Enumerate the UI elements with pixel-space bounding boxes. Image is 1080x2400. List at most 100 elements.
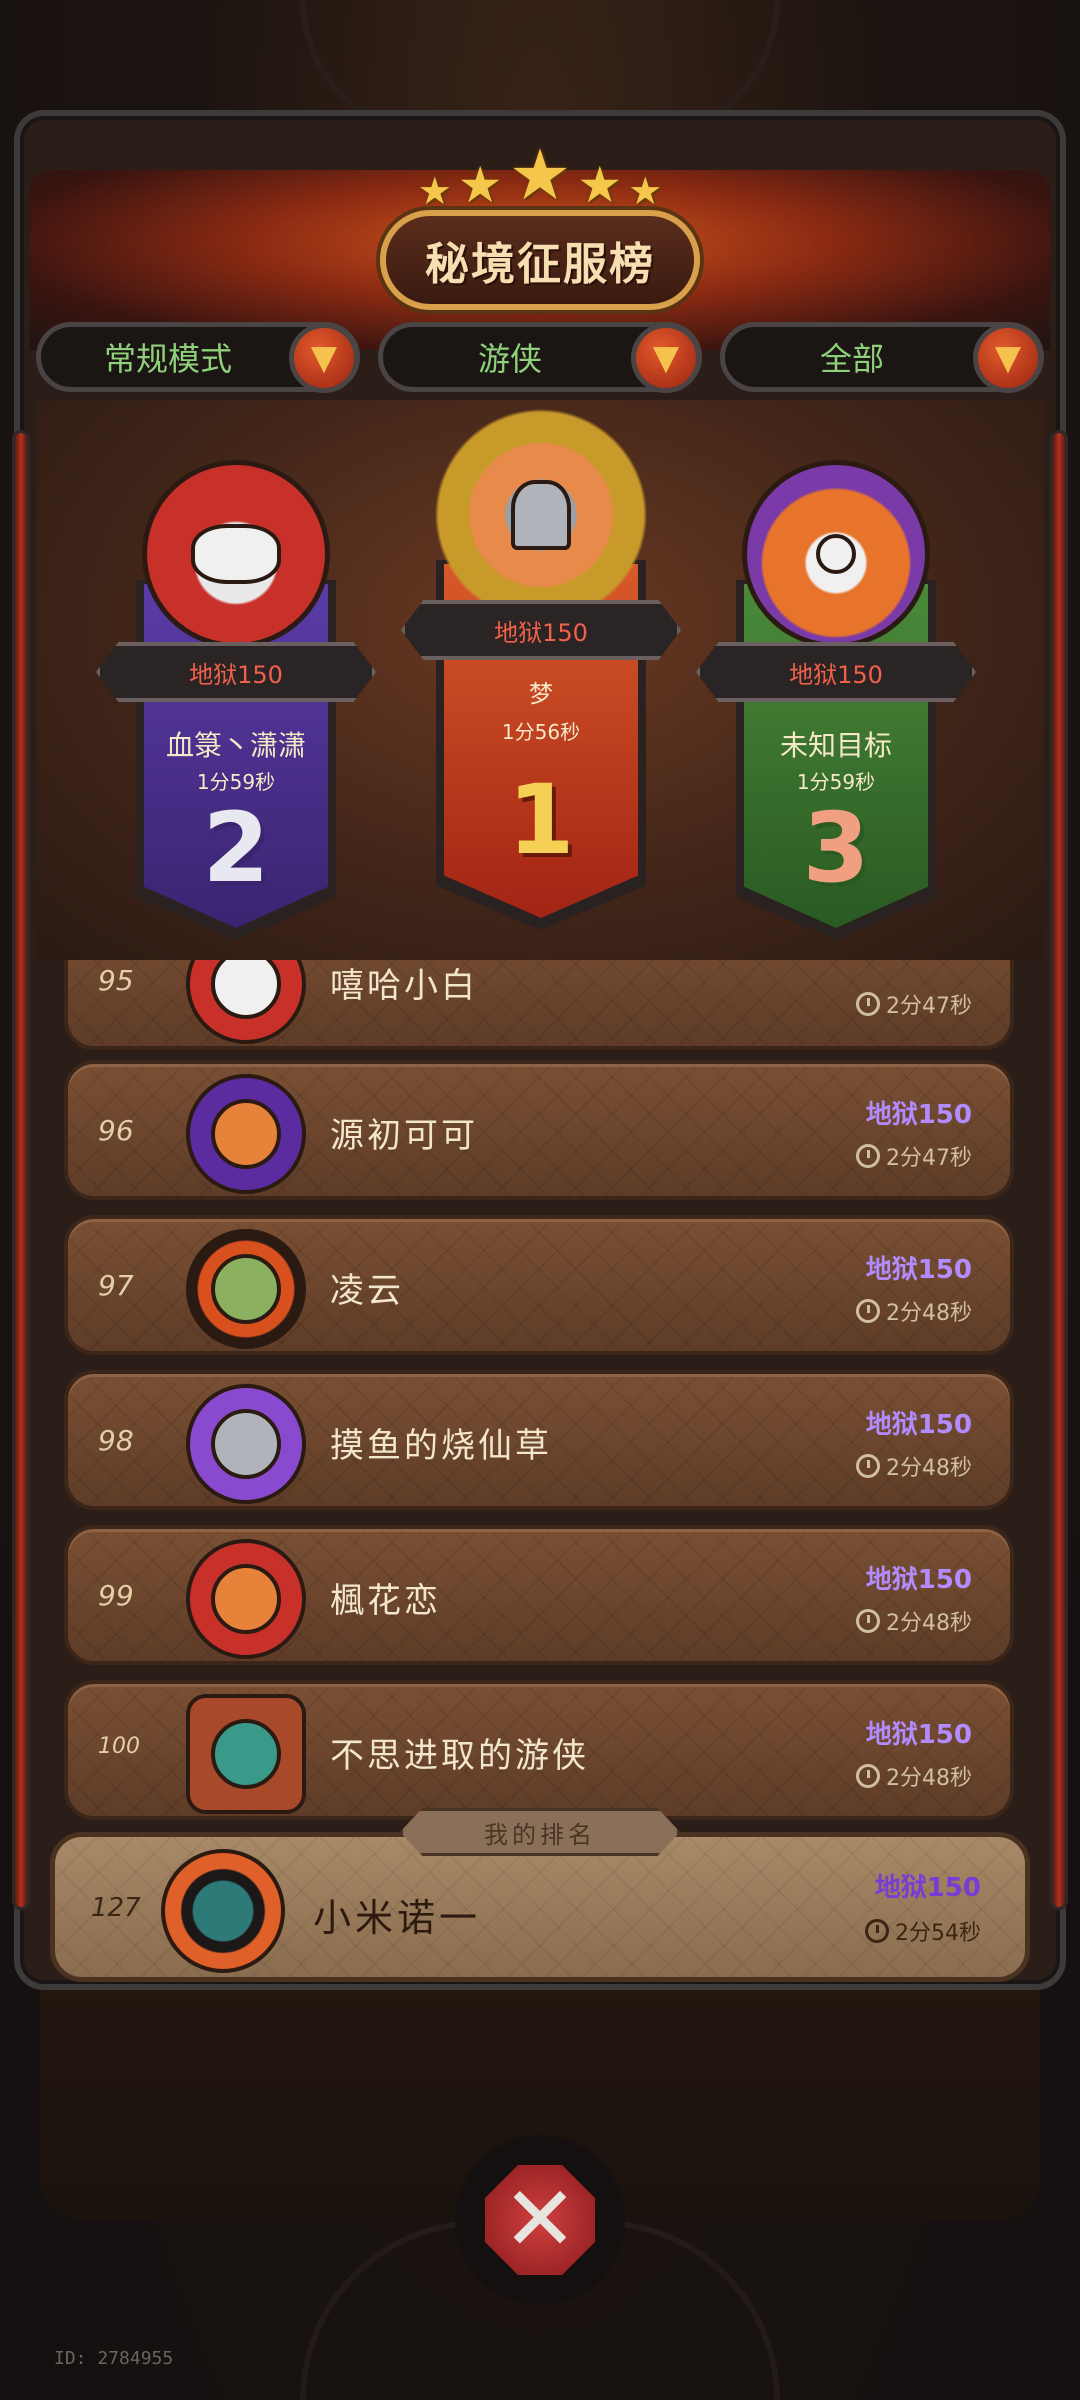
row-time: 2分48秒 (856, 1605, 972, 1637)
avatar-face (211, 1564, 281, 1634)
row-time-text: 2分48秒 (886, 1766, 972, 1791)
star-icon: ★ (628, 169, 663, 213)
my-rank: 127 (91, 1893, 141, 1923)
close-button[interactable]: ✕ (455, 2135, 625, 2305)
range-filter-dropdown[interactable]: 全部 ▼ (720, 322, 1044, 393)
tier-plate: 地狱150 (96, 642, 376, 702)
row-rank: 99 (98, 1579, 134, 1612)
tier-text: 地狱150 (789, 660, 883, 689)
row-player-name: 源初可可 (330, 1116, 478, 1156)
class-filter-dropdown[interactable]: 游侠 ▼ (378, 322, 702, 393)
podium-first[interactable]: 地狱150 梦 1分56秒 1 (401, 390, 681, 940)
row-rank: 100 (98, 1734, 140, 1759)
avatar-face (211, 960, 281, 1019)
row-time-text: 2分47秒 (886, 994, 972, 1019)
avatar-face (211, 1099, 281, 1169)
list-item[interactable]: 97 凌云 地狱150 2分48秒 (64, 1215, 1014, 1355)
clear-time: 1分56秒 (501, 720, 581, 744)
clock-icon (856, 1299, 880, 1323)
row-player-name: 摸鱼的烧仙草 (330, 1426, 552, 1466)
rank-number: 1 (507, 764, 575, 876)
page-title: 秘境征服榜 (380, 210, 700, 310)
list-item[interactable]: 95 嘻哈小白 2分47秒 (64, 960, 1014, 1050)
row-tier: 地狱150 (865, 1100, 972, 1130)
tier-text: 地狱150 (494, 618, 588, 647)
user-id: ID: 2784955 (54, 2348, 174, 2369)
mode-filter-dropdown[interactable]: 常规模式 ▼ (36, 322, 360, 393)
clear-time: 1分59秒 (796, 770, 876, 794)
row-tier: 地狱150 (865, 1720, 972, 1750)
close-icon[interactable]: ✕ (485, 2165, 595, 2275)
row-rank: 95 (98, 964, 134, 997)
row-time-text: 2分48秒 (886, 1611, 972, 1636)
chevron-down-icon[interactable]: ▼ (631, 323, 701, 393)
rank-number: 3 (802, 792, 870, 904)
list-item[interactable]: 100 不思进取的游侠 地狱150 2分48秒 (64, 1680, 1014, 1820)
avatar-face (191, 524, 281, 584)
ranking-list[interactable]: 95 嘻哈小白 2分47秒 96 源初可可 地狱150 2分47秒 97 凌云 … (36, 960, 1044, 1840)
star-icon: ★ (577, 156, 623, 214)
my-time: 2分54秒 (865, 1915, 981, 1947)
row-rank: 97 (98, 1269, 134, 1302)
star-icon: ★ (457, 156, 503, 214)
row-player-name: 楓花恋 (330, 1581, 441, 1621)
avatar (464, 438, 618, 592)
clock-icon (856, 992, 880, 1016)
avatar-face (211, 1409, 281, 1479)
avatar-helmet (511, 480, 571, 550)
my-time-text: 2分54秒 (895, 1921, 981, 1946)
clock-icon (856, 1144, 880, 1168)
chevron-down-icon[interactable]: ▼ (973, 323, 1043, 393)
podium-third[interactable]: 地狱150 未知目标 1分59秒 3 (696, 460, 976, 940)
avatar (142, 460, 330, 648)
row-time-text: 2分48秒 (886, 1301, 972, 1326)
avatar (186, 1694, 306, 1814)
avatar (186, 1074, 306, 1194)
my-tier: 地狱150 (874, 1873, 981, 1903)
list-item[interactable]: 96 源初可可 地狱150 2分47秒 (64, 1060, 1014, 1200)
clock-icon (856, 1454, 880, 1478)
page-title-text: 秘境征服榜 (425, 239, 655, 290)
row-rank: 98 (98, 1424, 134, 1457)
clock-icon (856, 1764, 880, 1788)
podium-second[interactable]: 地狱150 血箓丶潇潇 1分59秒 2 (96, 460, 376, 940)
my-ranking-label: 我的排名 (400, 1808, 680, 1856)
tier-plate: 地狱150 (401, 600, 681, 660)
row-player-name: 不思进取的游侠 (330, 1736, 589, 1776)
my-player-name: 小米诺一 (313, 1896, 482, 1940)
player-name: 梦 (529, 680, 553, 708)
row-time: 2分47秒 (856, 1140, 972, 1172)
podium-area: 地狱150 血箓丶潇潇 1分59秒 2 地狱150 梦 1分56秒 1 地狱15… (36, 390, 1044, 960)
row-time-text: 2分48秒 (886, 1456, 972, 1481)
avatar (186, 1539, 306, 1659)
row-time: 2分47秒 (856, 988, 972, 1020)
avatar (186, 1229, 306, 1349)
avatar (186, 1384, 306, 1504)
left-side-bar (12, 430, 30, 1910)
right-side-bar (1050, 430, 1068, 1910)
row-time-text: 2分47秒 (886, 1146, 972, 1171)
row-tier: 地狱150 (865, 1410, 972, 1440)
avatar (742, 460, 930, 648)
row-time: 2分48秒 (856, 1295, 972, 1327)
row-tier: 地狱150 (865, 1565, 972, 1595)
row-time: 2分48秒 (856, 1760, 972, 1792)
tier-plate: 地狱150 (696, 642, 976, 702)
player-name: 血箓丶潇潇 (165, 729, 306, 762)
clear-time: 1分59秒 (196, 770, 276, 794)
star-icon: ★ (508, 134, 572, 216)
list-item[interactable]: 98 摸鱼的烧仙草 地狱150 2分48秒 (64, 1370, 1014, 1510)
row-rank: 96 (98, 1114, 134, 1147)
row-tier: 地狱150 (865, 1255, 972, 1285)
avatar (161, 1849, 285, 1973)
filter-bar: 常规模式 ▼ 游侠 ▼ 全部 ▼ (36, 322, 1044, 400)
tier-text: 地狱150 (189, 660, 283, 689)
list-item[interactable]: 99 楓花恋 地狱150 2分48秒 (64, 1525, 1014, 1665)
avatar-eye (816, 534, 856, 574)
star-rating: ★ ★ ★ ★ ★ (390, 130, 690, 210)
clock-icon (865, 1919, 889, 1943)
avatar-face (211, 1719, 281, 1789)
row-player-name: 嘻哈小白 (330, 966, 478, 1006)
chevron-down-icon[interactable]: ▼ (289, 323, 359, 393)
rank-number: 2 (202, 792, 270, 904)
